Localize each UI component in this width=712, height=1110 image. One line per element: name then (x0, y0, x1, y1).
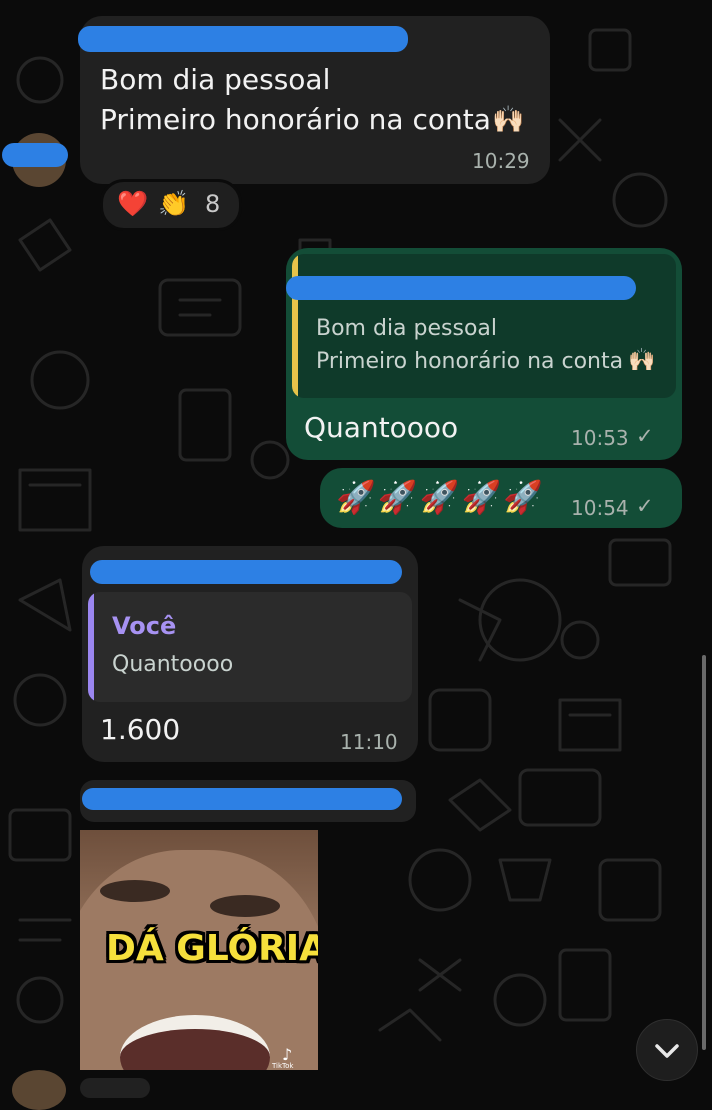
scroll-down-button[interactable] (636, 1019, 698, 1081)
message-time: 10:54 (571, 496, 629, 520)
video-thumbnail[interactable]: DÁ GLÓRIA ♪ TikTok (80, 830, 318, 1070)
scrollbar[interactable] (702, 655, 706, 1050)
quoted-text-line: Primeiro honorário na conta (316, 349, 624, 374)
quoted-author: Você (112, 612, 177, 640)
raised-hands-emoji: 🙌🏻 (628, 348, 656, 373)
message-bubble-incoming[interactable] (80, 1078, 150, 1098)
message-text-line: Bom dia pessoal (100, 63, 331, 96)
check-icon: ✓ (636, 424, 654, 448)
redacted-quoted-name (286, 276, 636, 300)
video-caption: DÁ GLÓRIA (106, 928, 318, 969)
message-bubble-outgoing[interactable]: 🚀🚀🚀🚀🚀 10:54 ✓ (320, 468, 682, 528)
video-eye-left (100, 880, 170, 902)
video-eye-right (210, 895, 280, 917)
quoted-text: Quantoooo (112, 652, 234, 677)
quoted-text-line: Bom dia pessoal (316, 316, 498, 341)
message-time: 10:29 (472, 149, 530, 173)
tiktok-badge: TikTok (272, 1062, 294, 1070)
quote-bar (88, 592, 94, 702)
redacted-sender-name (78, 26, 408, 52)
reaction-count: 8 (205, 190, 221, 218)
heart-reaction-icon: ❤️ (117, 189, 149, 218)
message-time: 11:10 (340, 730, 398, 754)
clapping-hands-icon: 👏 (158, 189, 190, 218)
redacted-sender-name (90, 560, 402, 584)
message-text-line: Primeiro honorário na conta (100, 103, 491, 136)
contact-avatar[interactable] (12, 1070, 66, 1110)
message-time: 10:53 (571, 426, 629, 450)
message-text: 1.600 (100, 713, 181, 746)
chevron-down-icon (655, 1044, 679, 1058)
redacted-sender-name (82, 788, 402, 810)
redacted-avatar-name (2, 143, 68, 167)
quoted-message[interactable]: Você Quantoooo (88, 592, 412, 702)
check-icon: ✓ (636, 494, 654, 518)
message-text: Quantoooo (304, 411, 459, 444)
reactions-pill[interactable]: ❤️ 👏 8 (100, 179, 242, 231)
rocket-emojis: 🚀🚀🚀🚀🚀 (336, 478, 546, 516)
raised-hands-emoji: 🙌🏻 (492, 105, 525, 135)
